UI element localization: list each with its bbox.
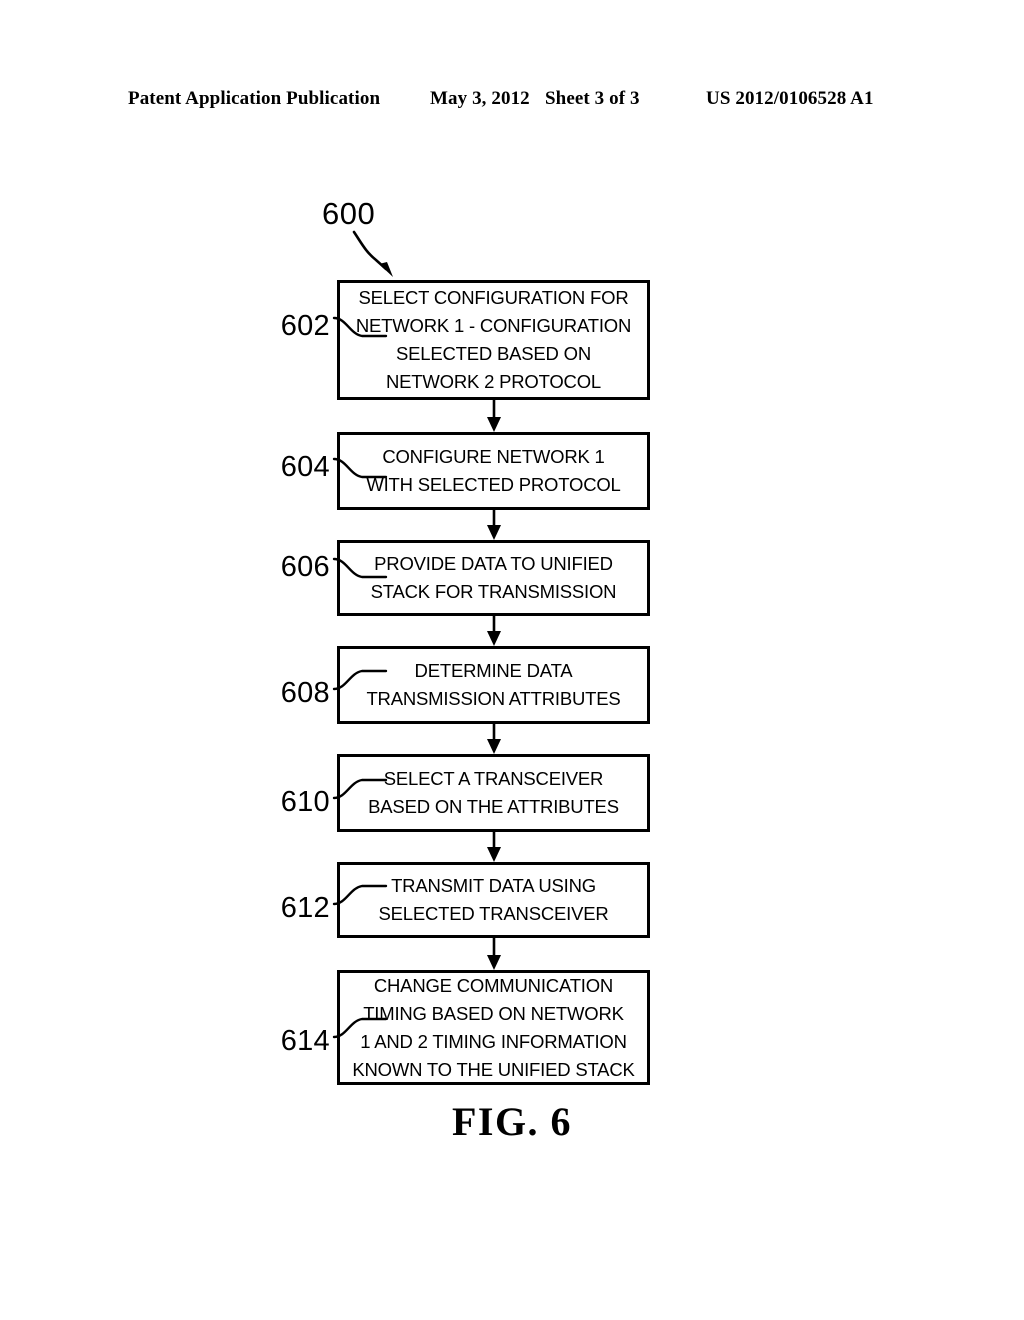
leader-line-614: [332, 1003, 388, 1043]
leader-line-612: [332, 870, 388, 910]
connector-606-to-608: [483, 616, 505, 646]
reference-number-604: 604: [280, 451, 330, 483]
connector-610-to-612: [483, 832, 505, 862]
leader-line-610: [332, 764, 388, 804]
process-box-610-label: SELECT A TRANSCEIVER BASED ON THE ATTRIB…: [368, 768, 619, 817]
connector-604-to-606: [483, 510, 505, 540]
reference-number-614: 614: [280, 1025, 330, 1057]
leader-line-602: [332, 310, 388, 350]
reference-number-612: 612: [280, 892, 330, 924]
process-box-612-label: TRANSMIT DATA USING SELECTED TRANSCEIVER: [378, 875, 609, 924]
diagram-reference-600: 600: [322, 196, 376, 231]
reference-number-606: 606: [280, 551, 330, 583]
figure-6-flowchart: 600 SELECT CONFIGURATION FOR NETWORK 1 -…: [0, 0, 1024, 1320]
leader-line-608: [332, 655, 388, 695]
diagram-reference-arrow-icon: [352, 228, 412, 284]
leader-line-606: [332, 551, 388, 591]
reference-number-608: 608: [280, 677, 330, 709]
reference-number-610: 610: [280, 786, 330, 818]
process-box-608-label: DETERMINE DATA TRANSMISSION ATTRIBUTES: [366, 660, 621, 709]
process-box-606-label: PROVIDE DATA TO UNIFIED STACK FOR TRANSM…: [370, 553, 617, 602]
connector-612-to-614: [483, 938, 505, 970]
figure-caption: FIG. 6: [451, 1099, 573, 1144]
process-box-602-label: SELECT CONFIGURATION FOR NETWORK 1 - CON…: [355, 287, 632, 392]
connector-602-to-604: [483, 400, 505, 432]
process-box-614-label: CHANGE COMMUNICATION TIMING BASED ON NET…: [352, 974, 635, 1080]
connector-608-to-610: [483, 724, 505, 754]
reference-number-602: 602: [280, 310, 330, 342]
leader-line-604: [332, 451, 388, 491]
process-box-604-label: CONFIGURE NETWORK 1 WITH SELECTED PROTOC…: [366, 446, 621, 495]
